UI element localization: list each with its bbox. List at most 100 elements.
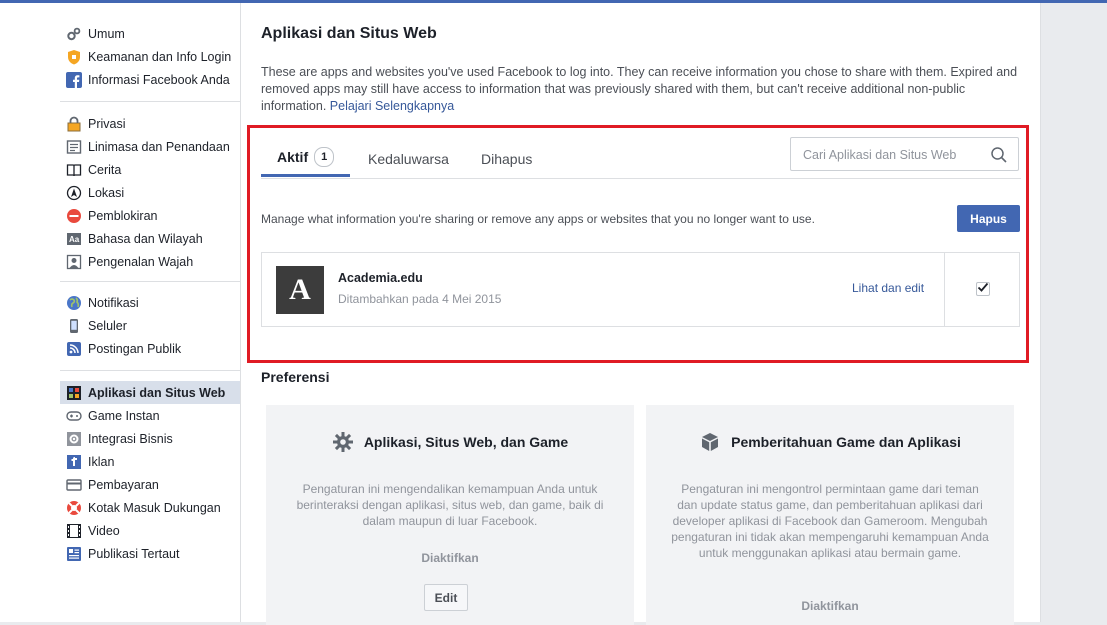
sidebar-divider [60, 101, 240, 102]
sidebar-item-bahasa[interactable]: Aa Bahasa dan Wilayah [60, 227, 240, 250]
app-search-box [790, 137, 1019, 171]
sidebar-item-label: Publikasi Tertaut [88, 546, 180, 561]
sidebar-item-pengenalan-wajah[interactable]: Pengenalan Wajah [60, 250, 240, 273]
sidebar-item-label: Cerita [88, 162, 122, 177]
search-icon[interactable] [990, 146, 1008, 164]
learn-more-link[interactable]: Pelajari Selengkapnya [330, 99, 454, 113]
sidebar-item-label: Postingan Publik [88, 341, 182, 356]
sidebar-item-label: Notifikasi [88, 295, 139, 310]
app-row: A Academia.edu Ditambahkan pada 4 Mei 20… [261, 252, 1020, 327]
sidebar-item-pemblokiran[interactable]: Pemblokiran [60, 204, 240, 227]
sidebar-item-label: Aplikasi dan Situs Web [88, 385, 226, 400]
sidebar-item-notifikasi[interactable]: Notifikasi [60, 291, 240, 314]
card-status: Diaktifkan [421, 551, 479, 565]
book-icon [66, 162, 82, 178]
business-icon [66, 431, 82, 447]
edit-button[interactable]: Edit [424, 584, 468, 611]
sidebar-item-video[interactable]: Video [60, 519, 240, 542]
sidebar-item-label: Privasi [88, 116, 126, 131]
tab-aktif[interactable]: Aktif 1 [261, 140, 351, 177]
face-icon [66, 254, 82, 270]
sidebar-item-label: Game Instan [88, 408, 160, 423]
timeline-icon [66, 139, 82, 155]
tab-label: Kedaluwarsa [368, 150, 449, 167]
sidebar-item-label: Bahasa dan Wilayah [88, 231, 203, 246]
sidebar-item-game-instan[interactable]: Game Instan [60, 404, 240, 427]
tab-dihapus[interactable]: Dihapus [481, 140, 532, 177]
sidebar-item-aplikasi[interactable]: Aplikasi dan Situs Web [60, 381, 240, 404]
search-input[interactable] [801, 145, 985, 165]
app-select-checkbox[interactable] [976, 282, 990, 296]
sidebar-item-label: Pembayaran [88, 477, 159, 492]
sidebar-item-privasi[interactable]: Privasi [60, 112, 240, 135]
card-title: Aplikasi, Situs Web, dan Game [363, 434, 569, 450]
manage-info-text: Manage what information you're sharing o… [261, 212, 815, 226]
apps-websites-games-card: Aplikasi, Situs Web, dan Game Pengaturan… [266, 405, 634, 625]
sidebar-item-label: Video [88, 523, 120, 538]
view-edit-link[interactable]: Lihat dan edit [852, 281, 924, 295]
card-title: Pemberitahuan Game dan Aplikasi [731, 434, 961, 450]
block-icon [66, 208, 82, 224]
tab-label: Dihapus [481, 150, 533, 167]
sidebar-item-label: Pemblokiran [88, 208, 158, 223]
sidebar-item-informasi-facebook[interactable]: Informasi Facebook Anda [60, 68, 240, 91]
sidebar-divider [60, 370, 240, 371]
sidebar-item-lokasi[interactable]: Lokasi [60, 181, 240, 204]
sidebar-item-linimasa[interactable]: Linimasa dan Penandaan [60, 135, 240, 158]
sidebar-item-iklan[interactable]: Iklan [60, 450, 240, 473]
sidebar-group-notifications: Notifikasi Seluler Postingan Publik [60, 291, 240, 360]
sidebar-item-postingan-publik[interactable]: Postingan Publik [60, 337, 240, 360]
preferences-title: Preferensi [261, 369, 330, 385]
apps-icon [66, 385, 82, 401]
tab-kedaluwarsa[interactable]: Kedaluwarsa [368, 140, 449, 177]
sidebar-item-label: Iklan [88, 454, 115, 469]
cube-icon [699, 431, 721, 453]
svg-text:Aa: Aa [69, 235, 80, 244]
sidebar-divider [60, 281, 240, 282]
page-title: Aplikasi dan Situs Web [261, 25, 437, 42]
publication-icon [66, 546, 82, 562]
sidebar-item-label: Linimasa dan Penandaan [88, 139, 230, 154]
facebook-icon [66, 71, 82, 88]
checkmark-icon [977, 280, 989, 298]
language-icon: Aa [66, 231, 82, 247]
lock-icon [66, 116, 82, 132]
app-name: Academia.edu [338, 271, 423, 285]
sidebar-item-keamanan[interactable]: Keamanan dan Info Login [60, 45, 240, 68]
app-logo: A [276, 266, 324, 314]
sidebar-item-pembayaran[interactable]: Pembayaran [60, 473, 240, 496]
card-header: Pemberitahuan Game dan Aplikasi [646, 431, 1014, 453]
card-description: Pengaturan ini mengendalikan kemampuan A… [296, 482, 604, 528]
right-gutter [1040, 3, 1107, 622]
sidebar-item-publikasi-tertaut[interactable]: Publikasi Tertaut [60, 542, 240, 565]
card-status: Diaktifkan [801, 599, 859, 613]
sidebar-item-label: Informasi Facebook Anda [88, 72, 230, 87]
sidebar-item-label: Kotak Masuk Dukungan [88, 500, 221, 515]
gear-icon [332, 431, 354, 453]
sidebar-item-cerita[interactable]: Cerita [60, 158, 240, 181]
sidebar-group-privacy: Privasi Linimasa dan Penandaan Cerita Lo… [60, 112, 240, 273]
count-badge: 1 [314, 147, 335, 167]
sidebar-item-integrasi-bisnis[interactable]: Integrasi Bisnis [60, 427, 240, 450]
game-app-notifications-card: Pemberitahuan Game dan Aplikasi Pengatur… [646, 405, 1014, 625]
sidebar-item-seluler[interactable]: Seluler [60, 314, 240, 337]
sidebar-item-umum[interactable]: Umum [60, 22, 240, 45]
sidebar-group-account: Umum Keamanan dan Info Login Informasi F… [60, 22, 240, 91]
globe-icon [66, 295, 82, 311]
tab-label: Aktif [277, 149, 309, 165]
sidebar-group-apps: Aplikasi dan Situs Web Game Instan Integ… [60, 381, 240, 565]
location-icon [66, 185, 82, 201]
page-description: These are apps and websites you've used … [261, 64, 1021, 115]
card-description: Pengaturan ini mengontrol permintaan gam… [671, 482, 989, 560]
film-icon [66, 523, 82, 539]
sidebar-item-kotak-masuk-dukungan[interactable]: Kotak Masuk Dukungan [60, 496, 240, 519]
app-added-date: Ditambahkan pada 4 Mei 2015 [338, 292, 502, 306]
card-header: Aplikasi, Situs Web, dan Game [266, 431, 634, 453]
gamepad-icon [66, 408, 82, 424]
sidebar-item-label: Integrasi Bisnis [88, 431, 173, 446]
sidebar-item-label: Pengenalan Wajah [88, 254, 194, 269]
main-panel: Aplikasi dan Situs Web These are apps an… [241, 3, 1040, 625]
sidebar-item-label: Seluler [88, 318, 127, 333]
mobile-icon [66, 318, 82, 334]
remove-button[interactable]: Hapus [957, 205, 1020, 232]
